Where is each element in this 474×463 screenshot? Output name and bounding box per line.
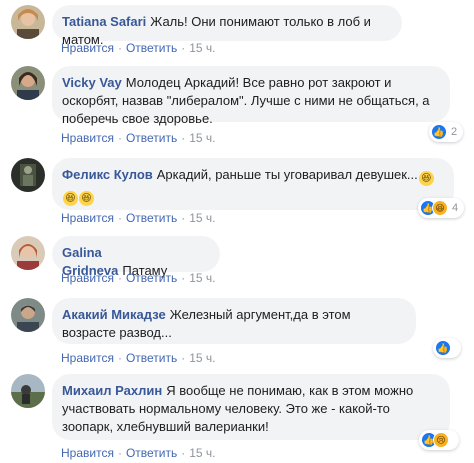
separator-dot: · [117,131,122,145]
laughing-emoji-icon: 😆 [79,191,94,206]
comment-time[interactable]: 15 ч. [189,41,215,55]
avatar[interactable] [11,236,45,270]
avatar[interactable] [11,158,45,192]
comment-time[interactable]: 15 ч. [189,131,215,145]
like-link[interactable]: Нравится [61,271,114,285]
like-link[interactable]: Нравится [61,211,114,225]
comment-text: Аркадий, раньше ты уговаривал девушек... [156,167,418,182]
reply-link[interactable]: Ответить [126,131,177,145]
comment-reactions[interactable]: 👍 [433,338,461,358]
comment-bubble: Михаил Рахлин Я вообще не понимаю, как в … [52,374,450,440]
comment-author[interactable]: Акакий Микадзе [62,307,166,322]
reaction-count: 2 [451,126,458,138]
comment-time[interactable]: 15 ч. [189,211,215,225]
avatar[interactable] [11,298,45,332]
comment-bubble: Tatiana Safari Жаль! Они понимают только … [52,5,402,47]
separator-dot: · [117,41,122,55]
like-icon: 👍 [435,340,451,356]
comment-author[interactable]: Феликс Кулов [62,167,153,182]
comment-author[interactable]: Vicky Vay [62,75,122,90]
separator-dot: · [181,351,186,365]
comment-author[interactable]: Tatiana Safari [62,14,146,29]
laughing-emoji-icon: 😆 [418,171,434,186]
separator-dot: · [181,211,186,225]
like-link[interactable]: Нравится [61,351,114,365]
avatar[interactable] [11,374,45,408]
reaction-count: 4 [452,202,459,214]
comment-time[interactable]: 15 ч. [189,446,215,460]
comment-actions: Нравится · Ответить · 15 ч. [61,350,216,366]
separator-dot: · [117,351,122,365]
comment-reactions[interactable]: 👍 😆 4 [418,198,465,218]
comment-actions: Нравится · Ответить · 15 ч. [61,270,216,286]
sad-icon: 😢 [433,432,449,448]
reply-link[interactable]: Ответить [126,351,177,365]
like-link[interactable]: Нравится [61,446,114,460]
comment-actions: Нравится · Ответить · 15 ч. [61,210,216,226]
haha-icon: 😆 [432,200,448,216]
separator-dot: · [117,446,122,460]
avatar[interactable] [11,66,45,100]
comment-reactions[interactable]: 👍 😢 [419,430,459,450]
comment-actions: Нравится · Ответить · 15 ч. [61,40,216,56]
separator-dot: · [181,41,186,55]
reply-link[interactable]: Ответить [126,211,177,225]
comment-bubble: Galina Gridneva Патаму [52,236,220,278]
separator-dot: · [117,271,122,285]
comment-bubble: Феликс Кулов Аркадий, раньше ты уговарива… [52,158,454,210]
comment-author[interactable]: Михаил Рахлин [62,383,162,398]
comment-reactions[interactable]: 👍 2 [429,122,464,142]
separator-dot: · [181,271,186,285]
comment-bubble: Акакий Микадзе Железный аргумент,да в это… [52,298,416,344]
comment-bubble: Vicky Vay Молодец Аркадий! Все равно рот … [52,66,450,126]
separator-dot: · [181,446,186,460]
comment-time[interactable]: 15 ч. [189,271,215,285]
reply-link[interactable]: Ответить [126,41,177,55]
laughing-emoji-icon: 😆 [63,191,78,206]
comment-actions: Нравится · Ответить · 15 ч. [61,445,216,461]
avatar[interactable] [11,5,45,39]
like-link[interactable]: Нравится [61,131,114,145]
like-icon: 👍 [431,124,447,140]
like-link[interactable]: Нравится [61,41,114,55]
comment-actions: Нравится · Ответить · 15 ч. [61,130,216,146]
separator-dot: · [117,211,122,225]
reply-link[interactable]: Ответить [126,446,177,460]
reply-link[interactable]: Ответить [126,271,177,285]
separator-dot: · [181,131,186,145]
comment-time[interactable]: 15 ч. [189,351,215,365]
